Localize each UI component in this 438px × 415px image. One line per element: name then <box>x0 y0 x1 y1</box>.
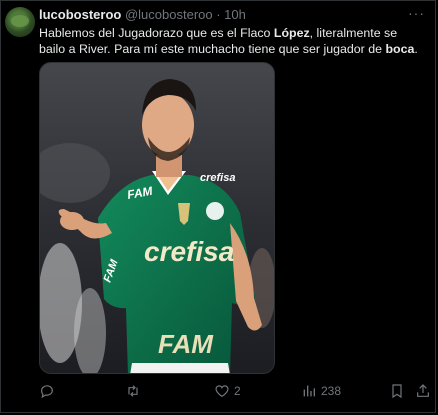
text-bold-boca: boca <box>385 42 415 56</box>
tweet-text: Hablemos del Jugadorazo que es el Flaco … <box>39 25 424 57</box>
tweet-card[interactable]: lucobosteroo @lucobosteroo · 10h ··· Hab… <box>0 0 436 413</box>
display-name[interactable]: lucobosteroo <box>39 7 121 22</box>
heart-icon <box>215 385 229 398</box>
text-part: . <box>414 42 418 56</box>
timestamp[interactable]: 10h <box>224 7 246 22</box>
separator: · <box>212 7 225 22</box>
jersey-brand-bottom: FAM <box>158 329 214 359</box>
reply-icon <box>41 385 53 399</box>
views-button[interactable]: 238 <box>301 383 341 399</box>
avatar[interactable] <box>5 7 35 37</box>
retweet-button[interactable] <box>125 383 145 399</box>
share-icon <box>417 384 429 397</box>
bookmark-icon <box>392 384 402 399</box>
text-bold-lopez: López <box>273 26 310 40</box>
share-button[interactable] <box>415 383 431 399</box>
player-illustration: crefisa FAM crefisa FAM FAM <box>40 63 274 373</box>
like-count: 2 <box>234 384 241 398</box>
handle[interactable]: @lucobosteroo <box>125 7 213 22</box>
views-icon <box>303 385 315 397</box>
tweet-photo[interactable]: crefisa FAM crefisa FAM FAM <box>39 62 275 374</box>
bookmark-button[interactable] <box>389 383 405 399</box>
retweet-icon <box>128 385 138 397</box>
views-count: 238 <box>321 384 342 398</box>
jersey-sponsor-small: crefisa <box>200 172 235 184</box>
tweet-actions: 2 238 <box>1 381 437 405</box>
jersey-sponsor: crefisa <box>144 236 234 267</box>
more-options-icon[interactable]: ··· <box>408 5 425 21</box>
reply-button[interactable] <box>39 383 59 399</box>
text-part: Hablemos del Jugadorazo que es el Flaco <box>39 26 274 40</box>
like-button[interactable]: 2 <box>214 383 241 399</box>
tweet-header: lucobosteroo @lucobosteroo · 10h <box>39 7 246 22</box>
